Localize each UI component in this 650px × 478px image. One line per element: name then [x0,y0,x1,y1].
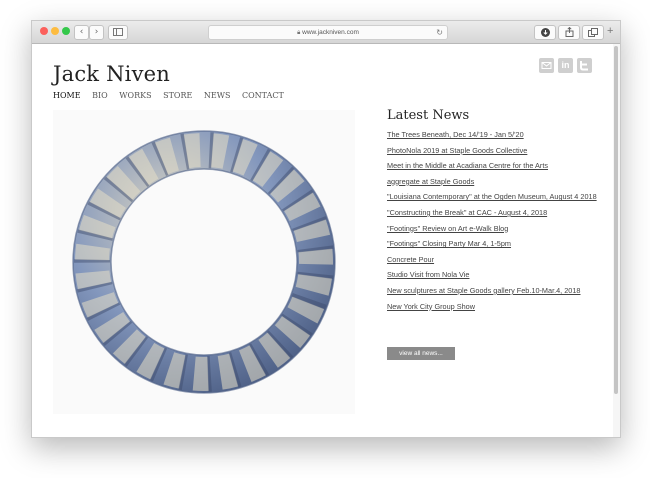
news-list: The Trees Beneath, Dec 14/'19 - Jan 5/'2… [387,130,597,317]
news-link[interactable]: "Constructing the Break" at CAC - August… [387,208,597,218]
linkedin-icon[interactable]: in [558,58,573,73]
minimize-window-button[interactable] [51,27,59,35]
sidebar-button[interactable] [108,25,128,40]
news-link[interactable]: "Louisiana Contemporary" at the Ogden Mu… [387,192,597,202]
forward-button[interactable]: › [89,25,104,40]
scrollbar-thumb[interactable] [614,46,618,394]
nav-works[interactable]: WORKS [119,91,151,100]
nav-contact[interactable]: CONTACT [242,91,284,100]
email-icon[interactable] [539,58,554,73]
vertical-scrollbar[interactable] [613,44,620,437]
rope-wreath-sculpture [72,130,336,394]
news-link[interactable]: "Footings" Closing Party Mar 4, 1-5pm [387,239,597,249]
nav-store[interactable]: STORE [163,91,192,100]
nav-home[interactable]: HOME [53,91,81,100]
tabs-icon [588,28,598,37]
share-button[interactable] [558,25,580,40]
zoom-window-button[interactable] [62,27,70,35]
latest-news-heading: Latest News [387,108,470,123]
url-text: www.jackniven.com [302,29,359,36]
chevron-left-icon: ‹ [79,27,84,37]
downloads-button[interactable] [534,25,556,40]
twitter-icon[interactable] [577,58,592,73]
news-link[interactable]: Studio Visit from Nola Vie [387,270,597,280]
lock-icon: 🔒︎ [297,30,301,36]
browser-toolbar: ‹ › 🔒︎ www.jackniven.com ↻ + [32,21,620,44]
nav-news[interactable]: NEWS [204,91,231,100]
download-icon [540,28,550,37]
plus-icon[interactable]: + [607,25,613,38]
news-link[interactable]: Meet in the Middle at Acadiana Centre fo… [387,161,597,171]
browser-window: ‹ › 🔒︎ www.jackniven.com ↻ + Jack Niven … [31,20,621,438]
featured-sculpture-image[interactable] [53,110,355,414]
news-link[interactable]: Concrete Pour [387,255,597,265]
news-link[interactable]: aggregate at Staple Goods [387,177,597,187]
sidebar-icon [113,28,123,36]
close-window-button[interactable] [40,27,48,35]
main-nav: HOME BIO WORKS STORE NEWS CONTACT [53,91,293,100]
web-page: Jack Niven HOME BIO WORKS STORE NEWS CON… [32,44,612,437]
news-link[interactable]: New sculptures at Staple Goods gallery F… [387,286,597,296]
share-icon [565,26,573,37]
site-title[interactable]: Jack Niven [53,62,170,86]
reload-icon[interactable]: ↻ [436,26,443,39]
chevron-right-icon: › [94,27,99,37]
news-link[interactable]: New York City Group Show [387,302,597,312]
address-bar[interactable]: 🔒︎ www.jackniven.com ↻ [208,25,448,40]
news-link[interactable]: The Trees Beneath, Dec 14/'19 - Jan 5/'2… [387,130,597,140]
news-link[interactable]: "Footings" Review on Art e-Walk Blog [387,224,597,234]
news-link[interactable]: PhotoNola 2019 at Staple Goods Collectiv… [387,146,597,156]
back-button[interactable]: ‹ [74,25,89,40]
nav-bio[interactable]: BIO [92,91,108,100]
view-all-news-button[interactable]: view all news... [387,347,455,360]
tabs-button[interactable] [582,25,604,40]
